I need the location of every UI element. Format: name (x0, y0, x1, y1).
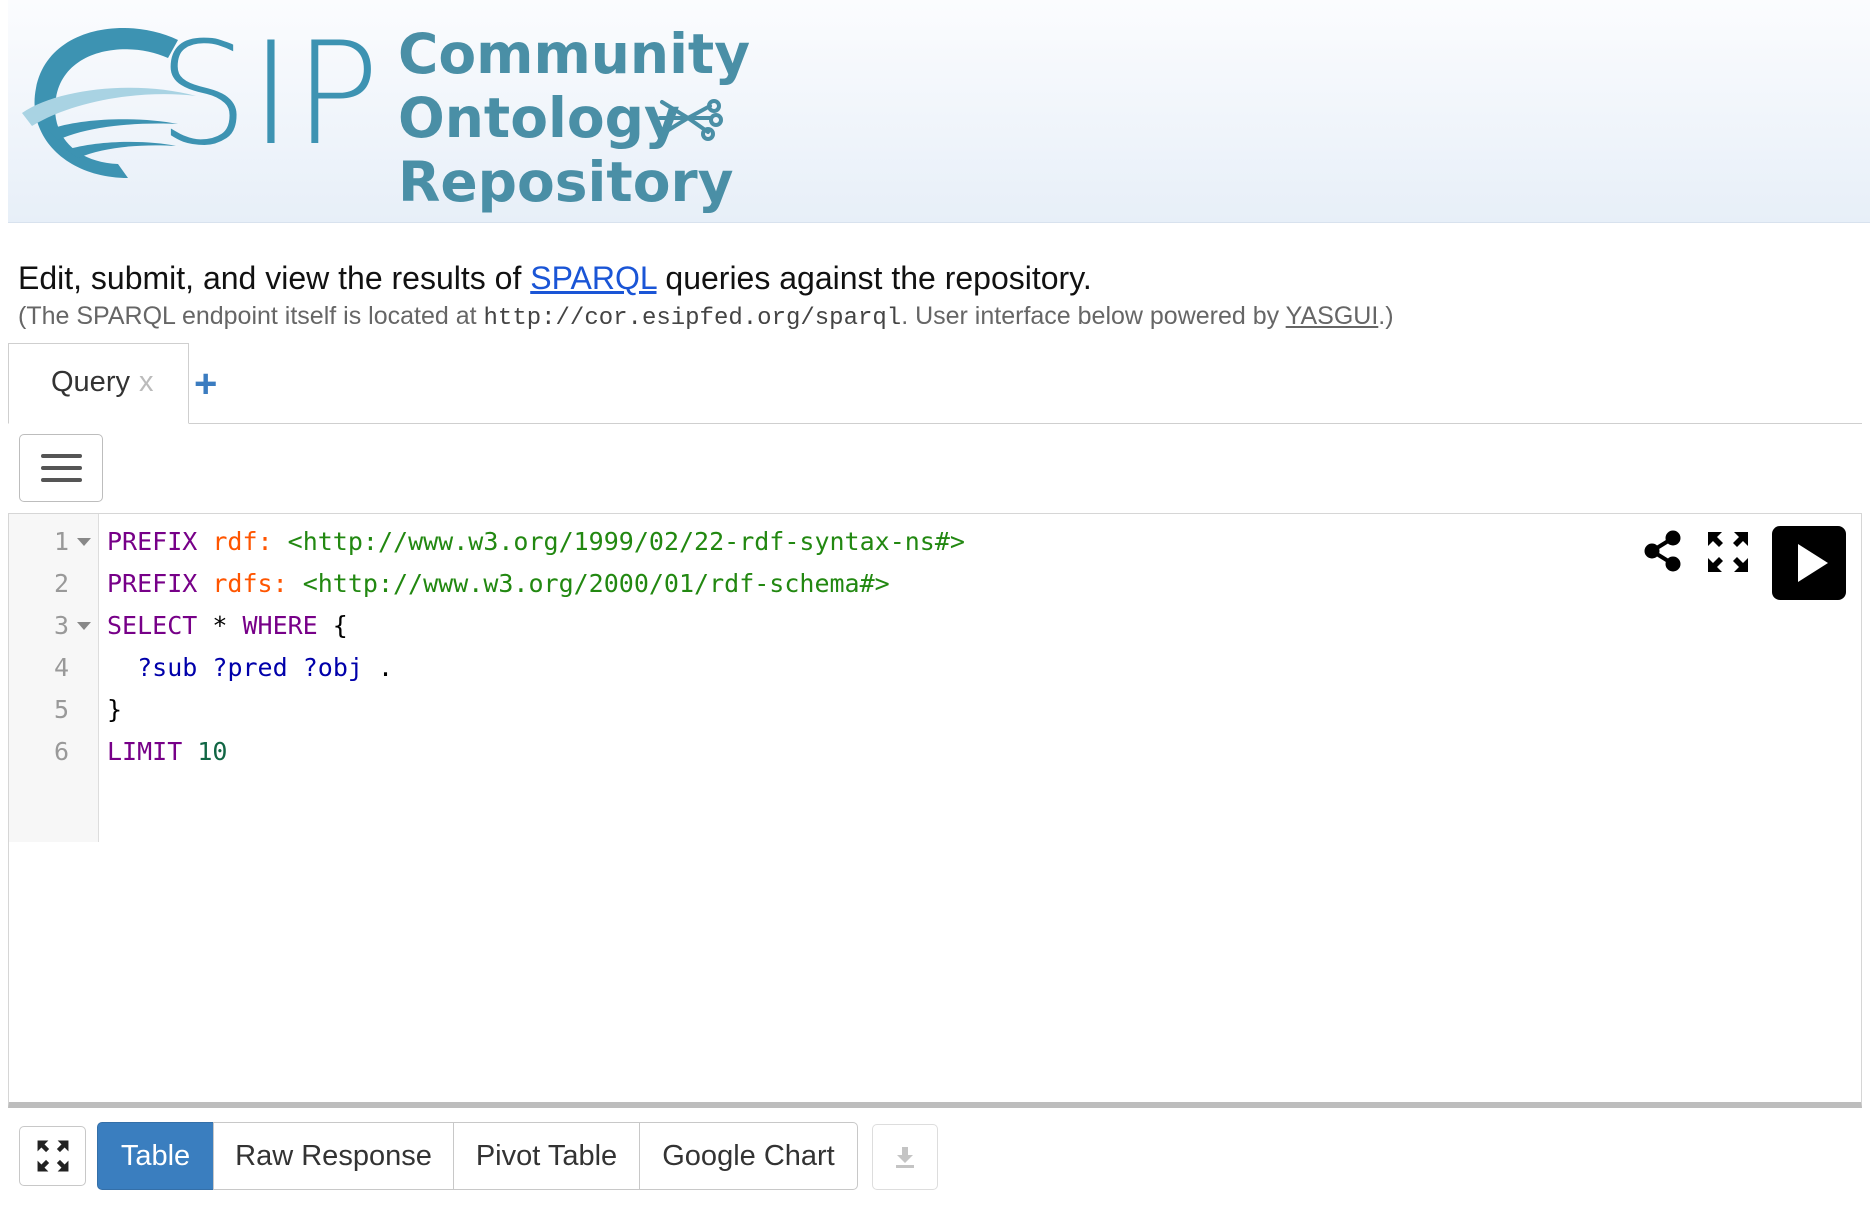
code-line[interactable]: 2 PREFIX rdfs: <http://www.w3.org/2000/01… (9, 564, 1109, 604)
code-token: ?pred (212, 653, 288, 682)
sparql-link[interactable]: SPARQL (530, 260, 656, 296)
sparql-query-editor[interactable]: 1 PREFIX rdf: <http://www.w3.org/1999/02/… (8, 513, 1862, 1108)
code-token: <http://www.w3.org/2000/01/rdf-schema#> (302, 569, 890, 598)
code-token: ?obj (302, 653, 363, 682)
hamburger-bar (41, 478, 82, 482)
code-token: WHERE (242, 611, 318, 640)
add-tab-button[interactable]: + (194, 364, 217, 404)
code-token: PREFIX (107, 569, 198, 598)
download-icon (896, 1147, 914, 1168)
code-token: SELECT (107, 611, 198, 640)
code-line[interactable]: 6 LIMIT 10 (9, 732, 1109, 772)
results-tab-table[interactable]: Table (97, 1122, 214, 1190)
endpoint-note-after: .) (1378, 302, 1394, 330)
share-icon[interactable] (1643, 530, 1683, 572)
code-token: rdfs: (212, 569, 288, 598)
code-text: PREFIX rdfs: <http://www.w3.org/2000/01/… (107, 564, 890, 604)
tab-bar-divider (8, 423, 1862, 424)
fold-arrow-icon[interactable] (77, 538, 91, 546)
expand-icon (37, 1140, 69, 1172)
expand-results-button[interactable] (19, 1126, 86, 1186)
endpoint-note: (The SPARQL endpoint itself is located a… (18, 300, 1394, 335)
code-token: . (362, 653, 394, 682)
tab-close-icon[interactable]: x (139, 366, 154, 399)
code-line[interactable]: 1 PREFIX rdf: <http://www.w3.org/1999/02/… (9, 522, 1109, 562)
hamburger-bar (41, 466, 82, 470)
line-number: 3 (53, 611, 69, 640)
hamburger-bar (41, 454, 82, 458)
line-number: 4 (53, 653, 69, 682)
code-text: ?sub ?pred ?obj . (107, 648, 393, 688)
code-line[interactable]: 5} (9, 690, 1109, 730)
endpoint-note-before: (The SPARQL endpoint itself is located a… (18, 302, 484, 330)
code-token: * (197, 611, 243, 640)
code-token: rdf: (212, 527, 273, 556)
code-token: LIMIT (107, 737, 183, 766)
code-token: } (107, 695, 123, 724)
line-number: 2 (53, 569, 69, 598)
line-number: 5 (53, 695, 69, 724)
line-number: 1 (53, 527, 69, 556)
code-text: SELECT * WHERE { (107, 606, 348, 646)
intro-line: Edit, submit, and view the results of SP… (18, 258, 1092, 298)
endpoint-note-middle: . User interface below powered by (901, 302, 1286, 330)
code-line[interactable]: 4 ?sub ?pred ?obj . (9, 648, 1109, 688)
fullscreen-icon[interactable] (1706, 530, 1750, 574)
yasgui-link[interactable]: YASGUI (1286, 302, 1379, 330)
hamburger-menu-button[interactable] (19, 434, 103, 502)
fold-arrow-icon[interactable] (77, 622, 91, 630)
code-line[interactable]: 3 SELECT * WHERE { (9, 606, 1109, 646)
endpoint-url: http://cor.esipfed.org/sparql (483, 305, 902, 332)
site-title-line-3: Repository (398, 150, 734, 214)
code-token: PREFIX (107, 527, 198, 556)
results-view-tabs: Table Raw Response Pivot Table Google Ch… (97, 1122, 858, 1190)
line-number: 6 (53, 737, 69, 766)
header-banner: SIP Community Ontology Repository (8, 0, 1870, 223)
code-text: } (107, 690, 122, 730)
tab-query[interactable]: Query x (8, 343, 189, 424)
network-graph-icon (658, 99, 723, 141)
site-title-line-1: Community (398, 22, 751, 86)
results-tab-pivot-table[interactable]: Pivot Table (453, 1122, 640, 1190)
code-token: ?sub (137, 653, 198, 682)
logo-letters: SIP (158, 12, 382, 177)
intro-text-before: Edit, submit, and view the results of (18, 260, 531, 296)
code-token: <http://www.w3.org/1999/02/22-rdf-syntax… (287, 527, 965, 556)
intro-text-after: queries against the repository. (656, 260, 1092, 296)
results-tab-raw-response[interactable]: Raw Response (213, 1122, 454, 1190)
code-token: 10 (197, 737, 228, 766)
download-results-button[interactable] (872, 1124, 938, 1190)
run-query-button[interactable] (1772, 526, 1846, 600)
results-tab-google-chart[interactable]: Google Chart (639, 1122, 858, 1190)
tab-query-label[interactable]: Query (51, 366, 130, 399)
code-text: PREFIX rdf: <http://www.w3.org/1999/02/2… (107, 522, 965, 562)
code-token: { (317, 611, 348, 640)
code-text: LIMIT 10 (107, 732, 227, 772)
